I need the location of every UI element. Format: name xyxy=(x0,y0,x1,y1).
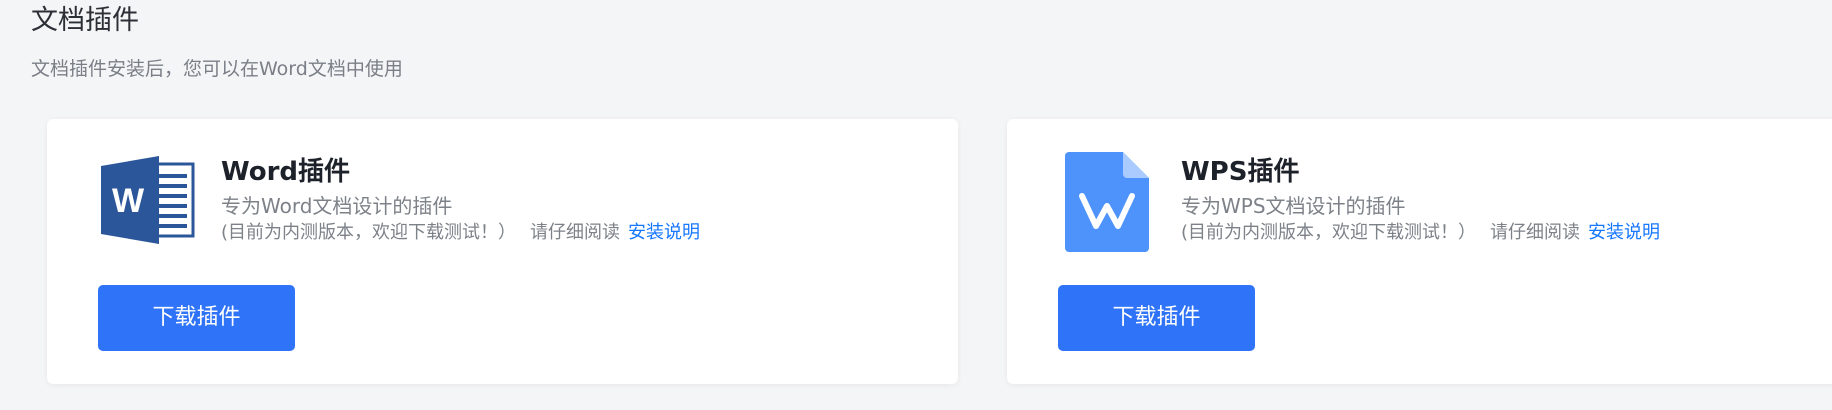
wps-icon xyxy=(1065,152,1149,256)
read-label: 请仔细阅读 xyxy=(530,222,621,243)
download-wps-plugin-button[interactable]: 下载插件 xyxy=(1058,285,1255,351)
page-subtitle: 文档插件安装后，您可以在Word文档中使用 xyxy=(31,58,403,80)
page-title: 文档插件 xyxy=(31,5,139,36)
plugin-note: (目前为内测版本，欢迎下载测试！） 请仔细阅读 安装说明 xyxy=(221,219,700,247)
plugin-description: 专为WPS文档设计的插件 xyxy=(1181,194,1406,218)
plugin-note: (目前为内测版本，欢迎下载测试！） 请仔细阅读 安装说明 xyxy=(1181,219,1660,247)
read-label: 请仔细阅读 xyxy=(1490,222,1581,243)
svg-text:W: W xyxy=(112,182,145,220)
plugin-card-word: W Word插件 专为Word文档设计的插件 (目前为内测版本，欢迎下载测试！）… xyxy=(47,119,958,384)
plugin-name: Word插件 xyxy=(221,157,351,187)
beta-note: (目前为内测版本，欢迎下载测试！） xyxy=(1181,222,1477,243)
plugin-name: WPS插件 xyxy=(1181,157,1300,187)
download-word-plugin-button[interactable]: 下载插件 xyxy=(98,285,295,351)
plugin-card-wps: WPS插件 专为WPS文档设计的插件 (目前为内测版本，欢迎下载测试！） 请仔细阅… xyxy=(1007,119,1832,384)
plugin-description: 专为Word文档设计的插件 xyxy=(221,194,453,218)
install-guide-link[interactable]: 安装说明 xyxy=(1588,222,1660,243)
beta-note: (目前为内测版本，欢迎下载测试！） xyxy=(221,222,517,243)
install-guide-link[interactable]: 安装说明 xyxy=(628,222,700,243)
word-icon: W xyxy=(101,156,195,248)
